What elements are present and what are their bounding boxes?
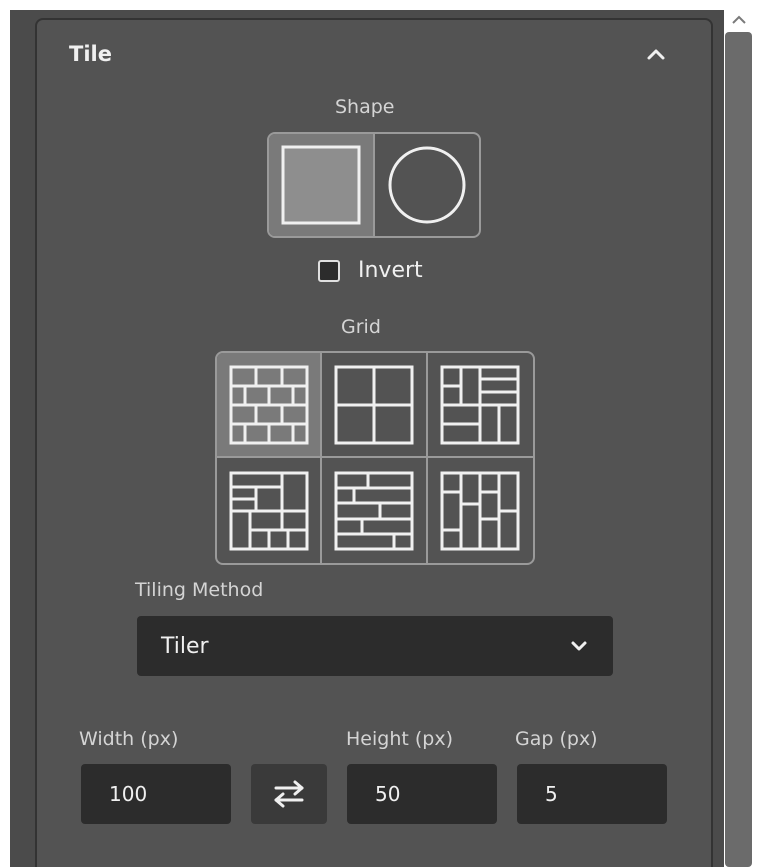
shape-selector <box>267 132 481 238</box>
shape-circle-button[interactable] <box>373 134 479 236</box>
chevron-up-icon <box>647 49 665 60</box>
shape-square-button[interactable] <box>269 134 373 236</box>
grid-parquet-button[interactable] <box>428 458 533 563</box>
width-label: Width (px) <box>79 728 179 750</box>
swap-arrows-icon <box>274 780 304 808</box>
tile-panel: Tile Shape Invert Grid Tiling Method Til… <box>35 18 713 867</box>
grid-brick-button[interactable] <box>217 353 323 458</box>
square-icon <box>281 145 361 225</box>
grid-label: Grid <box>341 316 381 338</box>
tiling-method-value: Tiler <box>161 633 209 659</box>
invert-checkbox[interactable] <box>318 259 340 282</box>
panel-title: Tile <box>69 42 112 66</box>
gap-input[interactable]: 5 <box>517 764 667 824</box>
scrollbar-thumb[interactable] <box>725 32 752 867</box>
tiling-method-label: Tiling Method <box>135 579 264 601</box>
quad-pattern-icon <box>334 365 414 444</box>
shape-label: Shape <box>335 96 395 118</box>
chevron-down-icon <box>571 641 587 651</box>
invert-checkbox-row[interactable]: Invert <box>318 258 423 283</box>
parquet-pattern-icon <box>440 471 520 550</box>
height-label: Height (px) <box>346 728 453 750</box>
brick-pattern-icon <box>229 365 309 444</box>
circle-icon <box>388 146 466 224</box>
herringbone-pattern-icon <box>440 365 520 444</box>
tiling-method-dropdown[interactable]: Tiler <box>137 616 613 676</box>
height-input[interactable]: 50 <box>347 764 497 824</box>
grid-staggered-button[interactable] <box>322 458 428 563</box>
grid-basket-button[interactable] <box>217 458 323 563</box>
width-input[interactable]: 100 <box>81 764 231 824</box>
collapse-button[interactable] <box>641 42 671 66</box>
chevron-up-icon <box>731 15 746 24</box>
gap-label: Gap (px) <box>515 728 598 750</box>
staggered-pattern-icon <box>334 471 414 550</box>
swap-dimensions-button[interactable] <box>251 764 327 824</box>
scroll-up-button[interactable] <box>725 10 752 30</box>
grid-herringbone-button[interactable] <box>427 353 533 458</box>
grid-pattern-selector <box>215 351 535 565</box>
invert-label: Invert <box>358 258 423 283</box>
basket-pattern-icon <box>229 471 309 550</box>
grid-quad-button[interactable] <box>322 353 428 458</box>
